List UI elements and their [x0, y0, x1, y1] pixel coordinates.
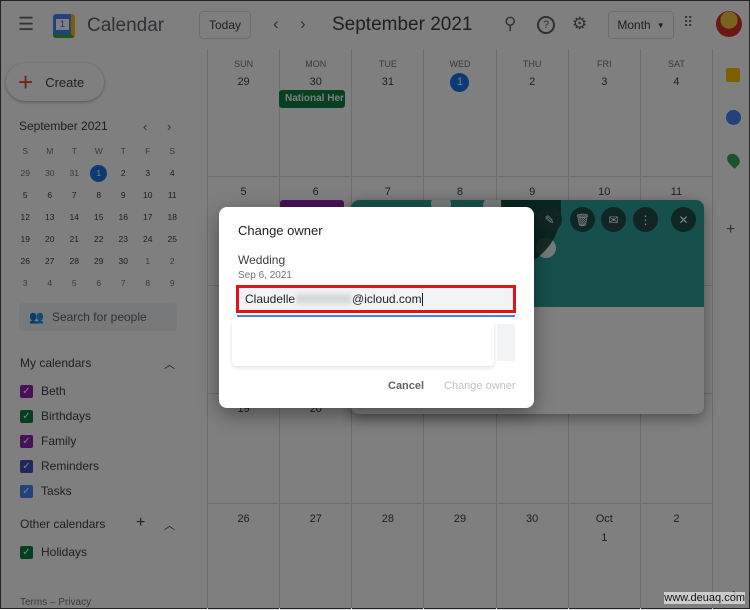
event-date: Sep 6, 2021 [238, 270, 292, 281]
email-prefix: Claudelle [245, 292, 296, 306]
change-owner-dialog: Change owner Wedding Sep 6, 2021 Claudel… [219, 207, 534, 408]
event-name: Wedding [238, 253, 286, 267]
watermark: www.deuaq.com [664, 592, 745, 604]
text-cursor [421, 292, 423, 306]
redacted-text [296, 294, 352, 304]
email-suffix: @icloud.com [352, 292, 422, 306]
input-underline [237, 315, 515, 317]
change-owner-button[interactable]: Change owner [444, 380, 516, 392]
new-owner-email-input[interactable]: Claudelle @icloud.com [236, 285, 516, 313]
suggestions-scrollbar[interactable] [497, 324, 515, 361]
dialog-title: Change owner [238, 223, 323, 238]
suggestions-dropdown[interactable] [232, 320, 494, 366]
cancel-button[interactable]: Cancel [388, 380, 424, 392]
